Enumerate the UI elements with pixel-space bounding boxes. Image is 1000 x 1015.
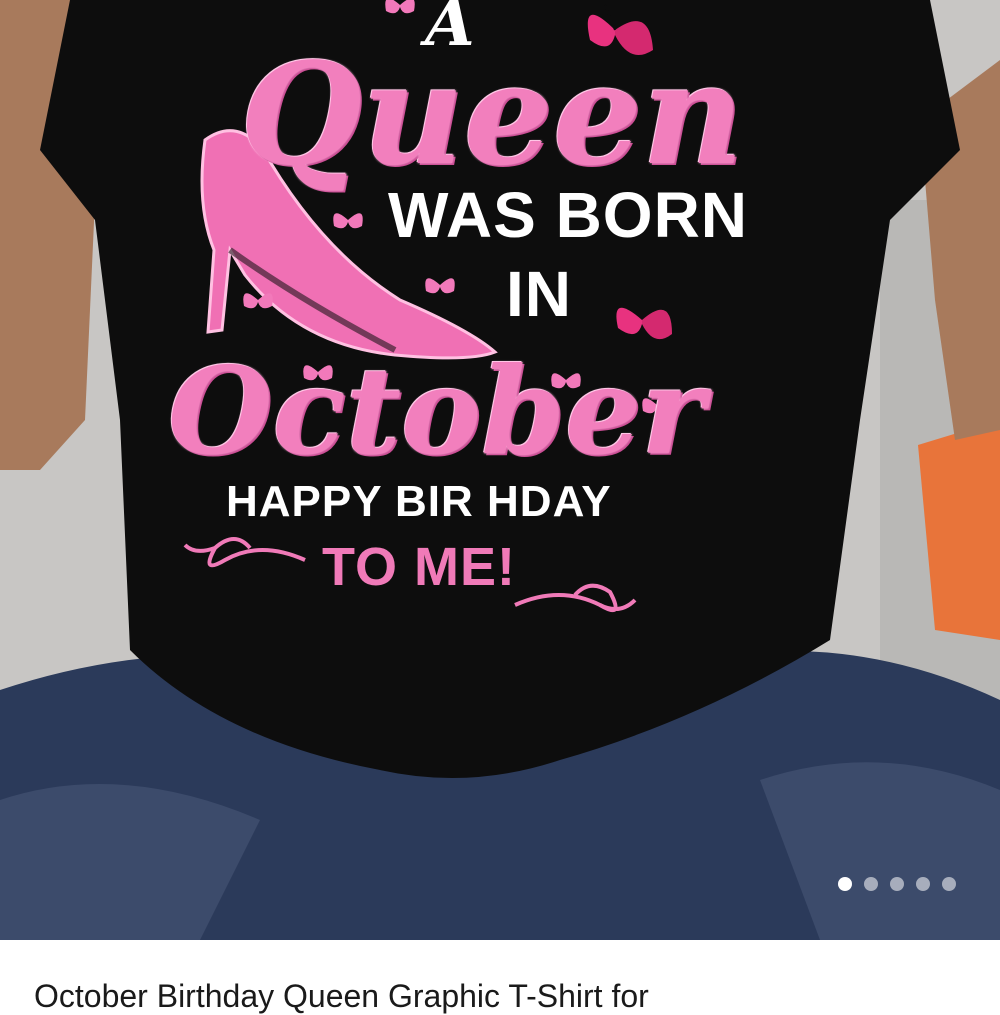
product-image-carousel[interactable]: A Queen WAS BORN IN October HAPPY BIR HD… — [0, 0, 1000, 940]
carousel-indicator — [838, 877, 956, 891]
carousel-dot-4[interactable] — [916, 877, 930, 891]
print-line-to-me: TO ME! — [322, 537, 516, 597]
carousel-dot-2[interactable] — [864, 877, 878, 891]
print-line-in: IN — [506, 258, 572, 330]
print-line-happy-birthday: HAPPY BIR HDAY — [226, 477, 612, 526]
print-line-october: October — [168, 341, 705, 482]
carousel-dot-1[interactable] — [838, 877, 852, 891]
carousel-dot-3[interactable] — [890, 877, 904, 891]
print-line-queen: Queen — [240, 33, 744, 197]
shirt-print: A Queen WAS BORN IN October HAPPY BIR HD… — [0, 0, 1000, 940]
product-title[interactable]: October Birthday Queen Graphic T-Shirt f… — [34, 978, 649, 1015]
print-line-was-born: WAS BORN — [388, 179, 748, 251]
carousel-dot-5[interactable] — [942, 877, 956, 891]
